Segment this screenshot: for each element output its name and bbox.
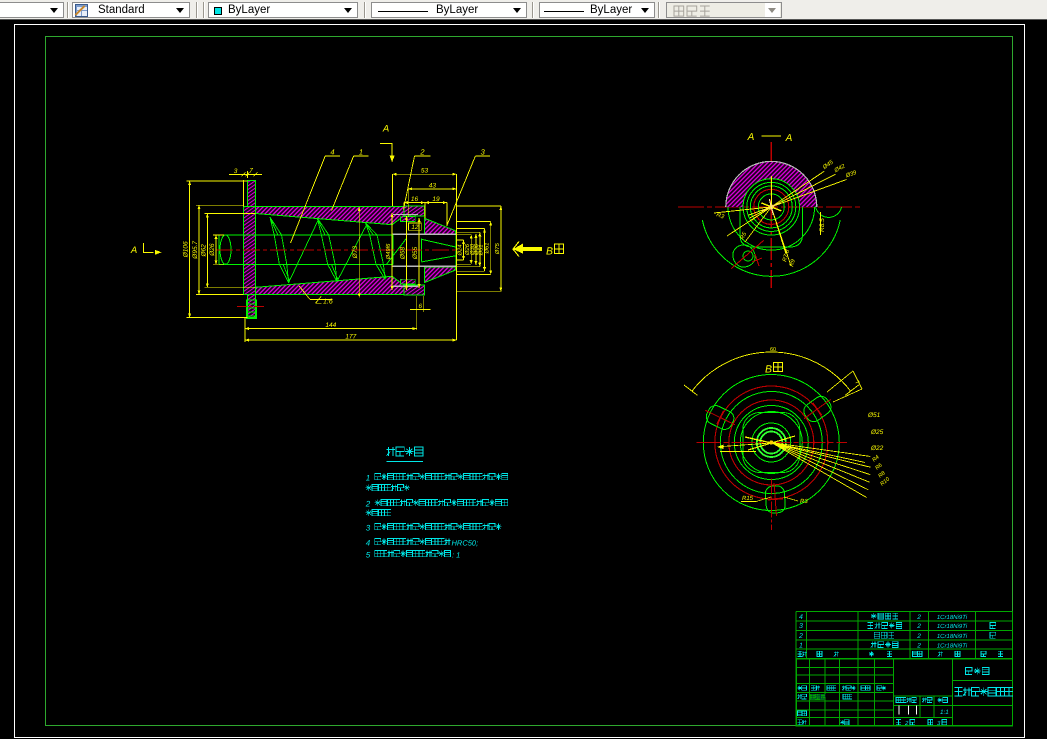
svg-text:2: 2 bbox=[916, 633, 921, 640]
svg-text:Ø51: Ø51 bbox=[867, 412, 881, 419]
svg-text:2: 2 bbox=[798, 633, 803, 640]
svg-text:Ø22: Ø22 bbox=[870, 445, 884, 452]
svg-text:R9: R9 bbox=[788, 258, 797, 268]
svg-text:2: 2 bbox=[916, 623, 921, 630]
svg-text:Ø39: Ø39 bbox=[844, 169, 858, 180]
svg-text:53: 53 bbox=[421, 168, 429, 175]
svg-text:4: 4 bbox=[330, 148, 334, 157]
svg-text:4: 4 bbox=[799, 614, 803, 621]
svg-text:Ø106: Ø106 bbox=[183, 241, 190, 258]
svg-text:2: 2 bbox=[904, 720, 909, 727]
svg-text:Ø49f6: Ø49f6 bbox=[385, 243, 392, 261]
svg-text:Ø55: Ø55 bbox=[412, 246, 419, 260]
svg-text:Ø25: Ø25 bbox=[870, 429, 884, 436]
svg-text:7: 7 bbox=[249, 167, 253, 174]
svg-text:1: 1 bbox=[359, 148, 363, 157]
svg-text:Ø61: Ø61 bbox=[484, 242, 491, 254]
svg-text:1: 1 bbox=[799, 642, 803, 649]
svg-text:Ø95.7: Ø95.7 bbox=[192, 241, 199, 260]
svg-text:1:6: 1:6 bbox=[323, 299, 333, 306]
svg-text:16: 16 bbox=[411, 196, 419, 203]
svg-text:A: A bbox=[382, 124, 389, 135]
svg-text:6: 6 bbox=[419, 303, 423, 310]
svg-text:Ø75: Ø75 bbox=[494, 242, 501, 255]
svg-text:7: 7 bbox=[853, 380, 860, 386]
svg-text:60: 60 bbox=[770, 347, 776, 353]
svg-text:1Cr18Ni9Ti: 1Cr18Ni9Ti bbox=[937, 614, 968, 621]
svg-text:R6: R6 bbox=[874, 462, 884, 472]
svg-text:R3: R3 bbox=[800, 498, 808, 505]
svg-text:3: 3 bbox=[799, 623, 803, 630]
svg-text:A: A bbox=[747, 132, 755, 143]
svg-text:Ø26: Ø26 bbox=[209, 243, 216, 257]
svg-text:B: B bbox=[765, 364, 772, 376]
svg-text:R3: R3 bbox=[715, 211, 725, 220]
svg-text:Ø42: Ø42 bbox=[832, 162, 847, 174]
svg-text:Ø73: Ø73 bbox=[352, 246, 359, 260]
svg-text:1Cr18Ni9Ti: 1Cr18Ni9Ti bbox=[937, 633, 968, 640]
svg-text:: 1: : 1 bbox=[452, 551, 460, 560]
svg-text:HRC50;: HRC50; bbox=[452, 539, 479, 548]
svg-text:Ø51: Ø51 bbox=[478, 244, 485, 256]
svg-text:1: 1 bbox=[366, 474, 370, 483]
svg-text:144: 144 bbox=[325, 322, 336, 329]
svg-text:3: 3 bbox=[481, 148, 486, 157]
svg-text:Ø24: Ø24 bbox=[457, 245, 464, 257]
svg-text:R8.5: R8.5 bbox=[819, 218, 826, 232]
svg-text:5: 5 bbox=[366, 551, 371, 560]
svg-text:12: 12 bbox=[411, 224, 419, 231]
svg-text:4: 4 bbox=[366, 539, 371, 548]
svg-text:1Cr18Ni9Ti: 1Cr18Ni9Ti bbox=[937, 642, 968, 649]
svg-text:B: B bbox=[546, 246, 553, 258]
svg-text:3: 3 bbox=[366, 524, 371, 533]
svg-text:177: 177 bbox=[345, 334, 356, 341]
svg-text:1Cr18Ni9Ti: 1Cr18Ni9Ti bbox=[937, 623, 968, 630]
svg-text:2: 2 bbox=[419, 148, 425, 157]
svg-text:1:1: 1:1 bbox=[940, 709, 949, 716]
svg-text:A: A bbox=[130, 245, 137, 256]
svg-text:3: 3 bbox=[234, 168, 238, 175]
svg-text:Ø62: Ø62 bbox=[200, 244, 207, 258]
svg-text:43: 43 bbox=[429, 182, 437, 189]
svg-text:2: 2 bbox=[916, 642, 921, 649]
svg-text:2: 2 bbox=[916, 614, 921, 621]
svg-text:A: A bbox=[785, 133, 793, 144]
svg-text:19: 19 bbox=[432, 196, 440, 203]
svg-text:R15: R15 bbox=[742, 495, 754, 502]
svg-text:2: 2 bbox=[365, 500, 371, 509]
svg-text:Ø58: Ø58 bbox=[400, 246, 407, 260]
